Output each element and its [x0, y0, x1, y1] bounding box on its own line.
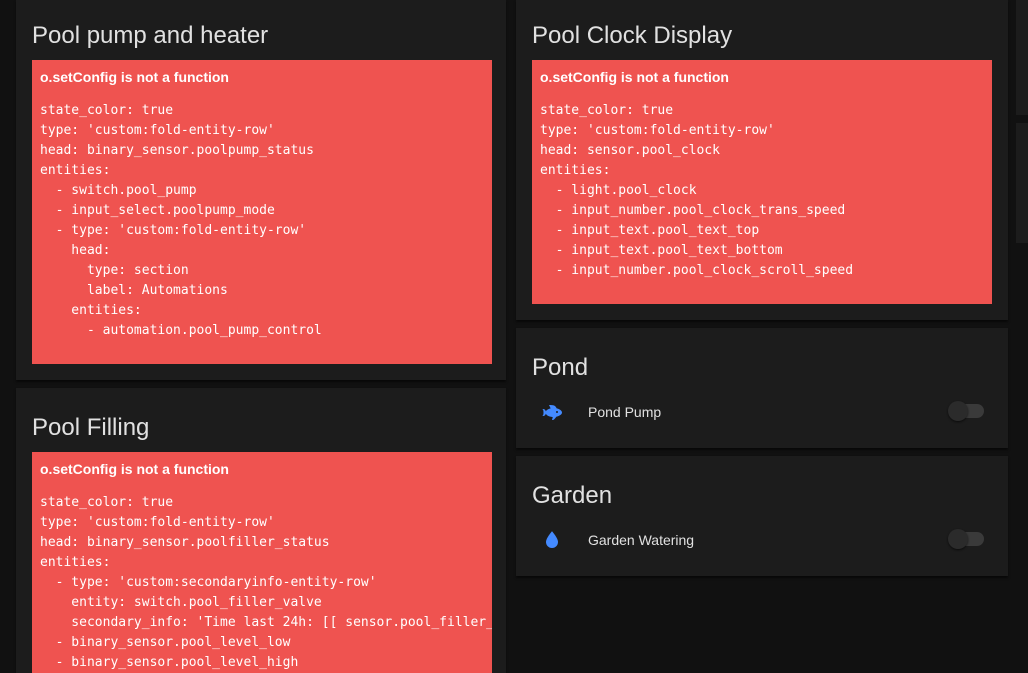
toggle-knob [948, 401, 968, 421]
card-title: Pool Clock Display [532, 22, 733, 49]
offscreen-card-1 [1016, 0, 1028, 115]
garden-watering-toggle[interactable] [948, 529, 984, 549]
toggle-knob [948, 529, 968, 549]
pond-card: Pond Pond Pump [516, 328, 1008, 448]
error-message: o.setConfig is not a function [540, 69, 729, 85]
water-drop-icon[interactable] [540, 528, 564, 552]
error-card: o.setConfig is not a function state_colo… [32, 60, 492, 364]
pool-filling-card: Pool Filling o.setConfig is not a functi… [16, 388, 506, 673]
dashboard-view: Pool pump and heater o.setConfig is not … [0, 0, 1028, 673]
fish-icon[interactable] [540, 400, 564, 424]
card-title: Pond [532, 354, 589, 381]
card-title: Pool pump and heater [32, 22, 269, 49]
error-message: o.setConfig is not a function [40, 461, 229, 477]
error-card: o.setConfig is not a function state_colo… [32, 452, 492, 673]
config-yaml: state_color: true type: 'custom:fold-ent… [40, 495, 492, 670]
entity-name[interactable]: Pond Pump [588, 404, 661, 420]
entity-row-garden-watering[interactable]: Garden Watering [532, 520, 992, 560]
pond-pump-toggle[interactable] [948, 401, 984, 421]
config-yaml: state_color: true type: 'custom:fold-ent… [540, 103, 854, 278]
card-title: Garden [532, 482, 613, 509]
error-card: o.setConfig is not a function state_colo… [532, 60, 992, 304]
pool-pump-card: Pool pump and heater o.setConfig is not … [16, 0, 506, 380]
config-yaml: state_color: true type: 'custom:fold-ent… [40, 103, 322, 338]
error-message: o.setConfig is not a function [40, 69, 229, 85]
entity-row-pond-pump[interactable]: Pond Pump [532, 392, 992, 432]
offscreen-card-2 [1016, 123, 1028, 243]
card-title: Pool Filling [32, 414, 150, 441]
garden-card: Garden Garden Watering [516, 456, 1008, 576]
pool-clock-card: Pool Clock Display o.setConfig is not a … [516, 0, 1008, 320]
entity-name[interactable]: Garden Watering [588, 532, 694, 548]
